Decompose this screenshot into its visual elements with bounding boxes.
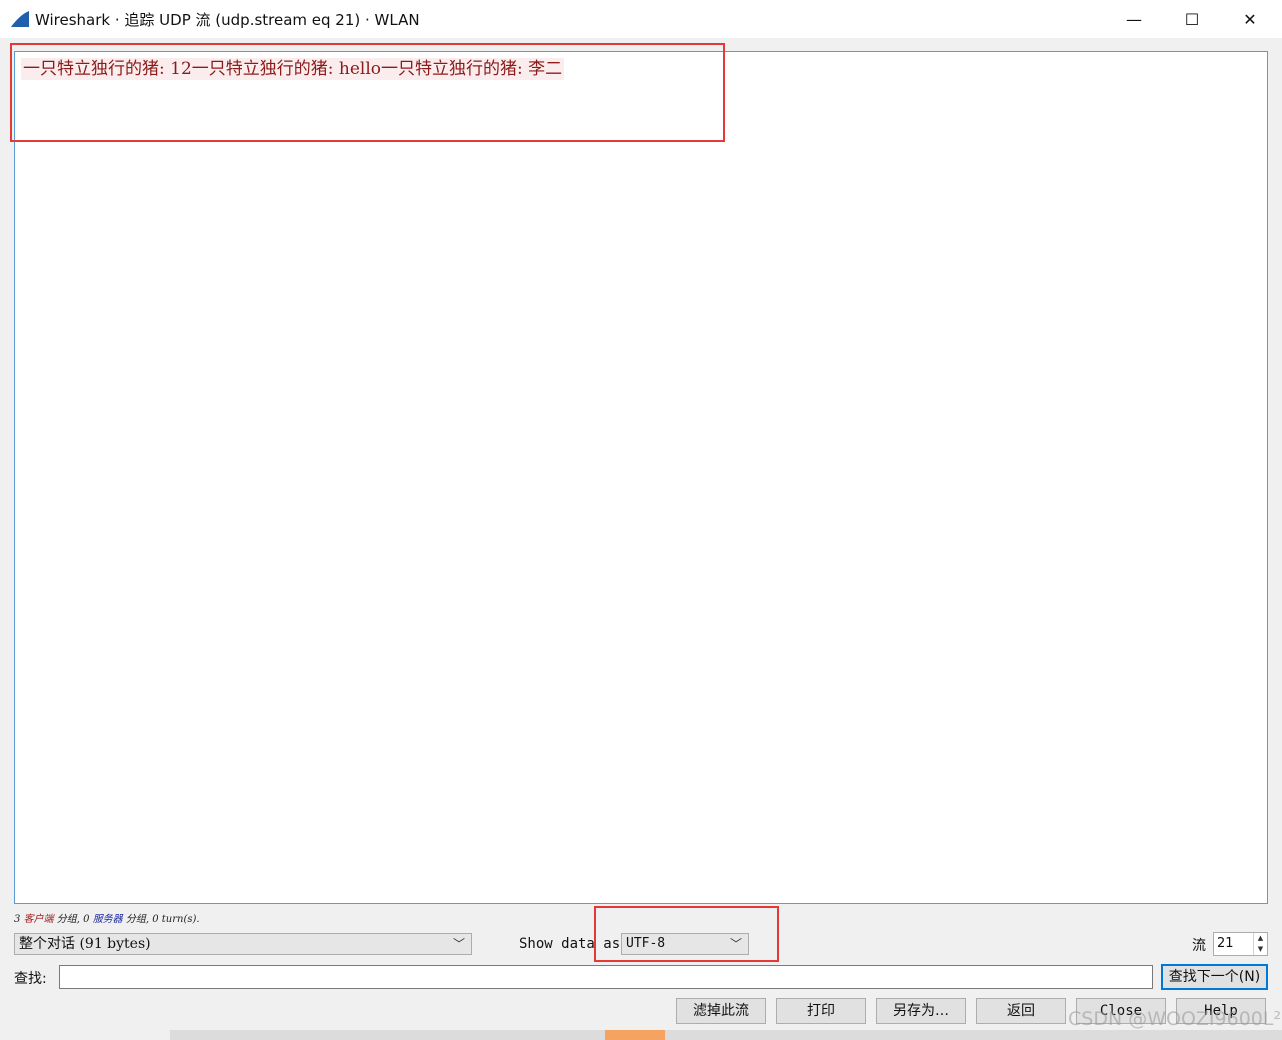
- minimize-button[interactable]: —: [1105, 0, 1163, 38]
- encoding-select[interactable]: UTF-8 ﹀: [621, 933, 749, 955]
- encoding-selected: UTF-8: [626, 936, 666, 951]
- stream-content-area[interactable]: 一只特立独行的猪: 12一只特立独行的猪: hello一只特立独行的猪: 李二: [14, 51, 1268, 904]
- print-button[interactable]: 打印: [776, 998, 866, 1024]
- window-edge: [1270, 40, 1282, 1040]
- wireshark-fin-icon: [11, 11, 29, 27]
- stream-number-spinbox[interactable]: 21 ▲ ▼: [1213, 932, 1268, 956]
- close-window-button[interactable]: ✕: [1221, 0, 1279, 38]
- packets-word: 分组,: [56, 914, 80, 925]
- find-input[interactable]: [59, 965, 1153, 989]
- stream-stats: 3 客户端 分组, 0 服务器 分组, 0 turn(s).: [14, 910, 200, 925]
- taskbar-highlight: [605, 1030, 665, 1040]
- chevron-down-icon: ﹀: [729, 937, 742, 951]
- client-count: 3: [14, 914, 21, 925]
- turns-count: 0 turn(s).: [152, 914, 200, 925]
- maximize-button[interactable]: ☐: [1163, 0, 1221, 38]
- find-next-button[interactable]: 查找下一个(N): [1161, 964, 1268, 990]
- title-bar: Wireshark · 追踪 UDP 流 (udp.stream eq 21) …: [0, 0, 1282, 38]
- conversation-select[interactable]: 整个对话 (91 bytes) ﹀: [14, 933, 472, 955]
- conversation-selected: 整个对话 (91 bytes): [19, 936, 151, 952]
- packets-word: 分组,: [125, 914, 150, 925]
- client-label: 客户端: [23, 914, 54, 925]
- spin-arrows-icon[interactable]: ▲ ▼: [1253, 933, 1267, 955]
- stream-number-value: 21: [1217, 936, 1234, 951]
- back-button[interactable]: 返回: [976, 998, 1066, 1024]
- filter-out-button[interactable]: 滤掉此流: [676, 998, 766, 1024]
- client-stream-text: 一只特立独行的猪: 12一只特立独行的猪: hello一只特立独行的猪: 李二: [21, 58, 565, 80]
- window-title: Wireshark · 追踪 UDP 流 (udp.stream eq 21) …: [35, 11, 420, 29]
- taskbar-strip: [170, 1030, 1282, 1040]
- find-label: 查找:: [14, 971, 47, 987]
- csdn-watermark: CSDN @WOOZI9600L²: [1068, 1008, 1282, 1030]
- show-data-label: Show data as: [519, 936, 621, 952]
- server-count: 0: [83, 914, 90, 925]
- server-label: 服务器: [92, 914, 123, 925]
- stream-number-label: 流: [1192, 938, 1206, 954]
- save-as-button[interactable]: 另存为…: [876, 998, 966, 1024]
- chevron-down-icon: ﹀: [452, 937, 465, 951]
